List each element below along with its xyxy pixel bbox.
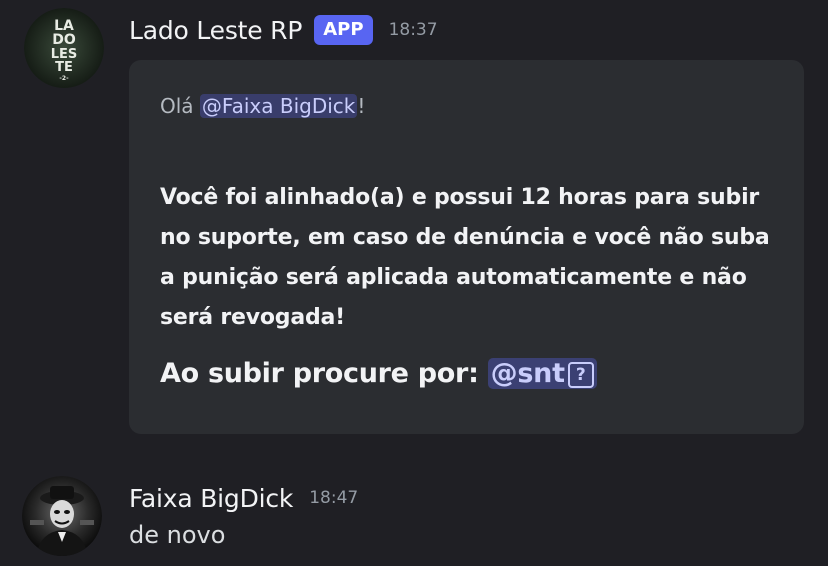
greeting-suffix: !: [357, 94, 366, 118]
greeting-prefix: Olá: [160, 94, 200, 118]
message-header: Lado Leste RP APP 18:37: [129, 12, 438, 48]
procure-label: Ao subir procure por:: [160, 358, 488, 389]
username[interactable]: Faixa BigDick: [129, 484, 293, 513]
embed: Olá @Faixa BigDick! Você foi alinhado(a)…: [129, 60, 804, 434]
embed-body: Você foi alinhado(a) e possui 12 horas p…: [160, 185, 770, 330]
user-mention[interactable]: @Faixa BigDick: [199, 94, 358, 118]
lado-leste-logo-icon: LA DO LES TE -2-: [24, 8, 104, 88]
message-header: Faixa BigDick 18:47: [129, 480, 358, 516]
logo-text-5: -2-: [59, 75, 69, 82]
avatar[interactable]: LA DO LES TE -2-: [24, 8, 104, 88]
embed-procure-line: Ao subir procure por: @snt?: [160, 358, 597, 389]
message-text: de novo: [129, 521, 226, 549]
logo-text-4: TE: [55, 60, 73, 75]
role-mention[interactable]: @snt?: [487, 358, 597, 389]
username[interactable]: Lado Leste RP: [129, 16, 302, 45]
unknown-emoji-icon: ?: [567, 362, 594, 388]
avatar[interactable]: [22, 476, 102, 556]
masked-figure-avatar-icon: [22, 476, 102, 556]
role-mention-text: @snt: [490, 358, 565, 389]
app-badge: APP: [314, 15, 373, 45]
timestamp[interactable]: 18:37: [389, 20, 438, 40]
timestamp[interactable]: 18:47: [309, 488, 358, 508]
logo-text-2: DO: [52, 32, 76, 48]
embed-greeting: Olá @Faixa BigDick!: [160, 94, 365, 118]
